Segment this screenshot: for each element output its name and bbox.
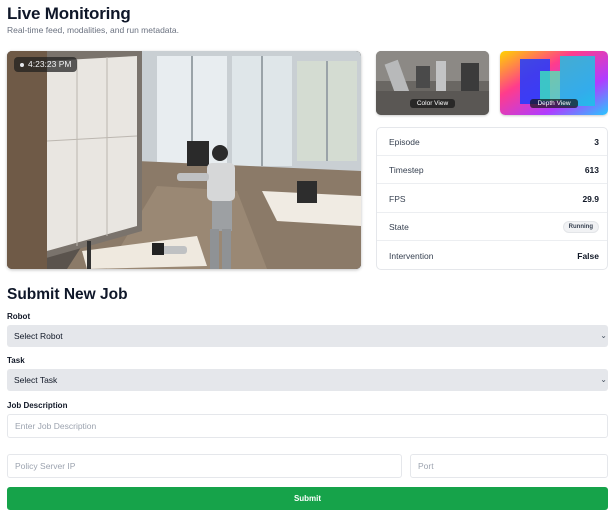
port-input[interactable]: Port	[410, 454, 608, 478]
stat-row-intervention: Intervention False	[377, 242, 607, 270]
stat-value: 29.9	[582, 193, 599, 204]
stat-label: Episode	[389, 136, 420, 147]
submit-button[interactable]: Submit	[7, 487, 608, 510]
stat-value: False	[577, 251, 599, 261]
live-dot-icon	[20, 62, 24, 67]
status-badge: Running	[562, 220, 599, 233]
chevron-down-icon: ⌄	[600, 331, 607, 340]
task-select[interactable]: Select Task ⌄	[7, 369, 608, 391]
robot-lab-image	[7, 51, 361, 269]
stat-label: Intervention	[389, 251, 434, 261]
task-label: Task	[7, 356, 25, 365]
color-view-label: Color View	[409, 99, 456, 108]
run-metadata-panel: Episode 3 Timestep 613 FPS 29.9 State Ru…	[376, 127, 608, 270]
timestamp-badge: 4:23:23 PM	[14, 57, 78, 72]
stat-row-state: State Running	[377, 213, 607, 241]
task-select-value: Select Task	[14, 375, 58, 385]
submit-job-title: Submit New Job	[7, 286, 128, 303]
robot-select[interactable]: Select Robot ⌄	[7, 325, 608, 347]
stat-row-fps: FPS 29.9	[377, 185, 607, 213]
stat-row-timestep: Timestep 613	[377, 156, 607, 184]
robot-label: Robot	[7, 312, 31, 321]
job-description-input[interactable]: Enter Job Description	[7, 414, 608, 438]
job-description-label: Job Description	[7, 401, 68, 410]
stat-value: 3	[594, 136, 599, 147]
policy-server-ip-input[interactable]: Policy Server IP	[7, 454, 402, 478]
stat-label: FPS	[389, 193, 406, 204]
stat-label: Timestep	[389, 164, 424, 175]
color-view-thumbnail[interactable]: Color View	[376, 51, 489, 115]
page-subtitle: Real-time feed, modalities, and run meta…	[7, 25, 179, 35]
stat-row-episode: Episode 3	[377, 128, 607, 156]
page-title: Live Monitoring	[7, 4, 131, 23]
stat-label: State	[389, 221, 409, 232]
depth-view-label: Depth View	[530, 99, 578, 108]
live-camera-feed: 4:23:23 PM	[7, 51, 361, 269]
timestamp-text: 4:23:23 PM	[28, 59, 72, 69]
stat-value: 613	[584, 164, 599, 175]
robot-select-value: Select Robot	[14, 331, 63, 341]
chevron-down-icon: ⌄	[600, 375, 607, 384]
depth-view-thumbnail[interactable]: Depth View	[500, 51, 608, 115]
